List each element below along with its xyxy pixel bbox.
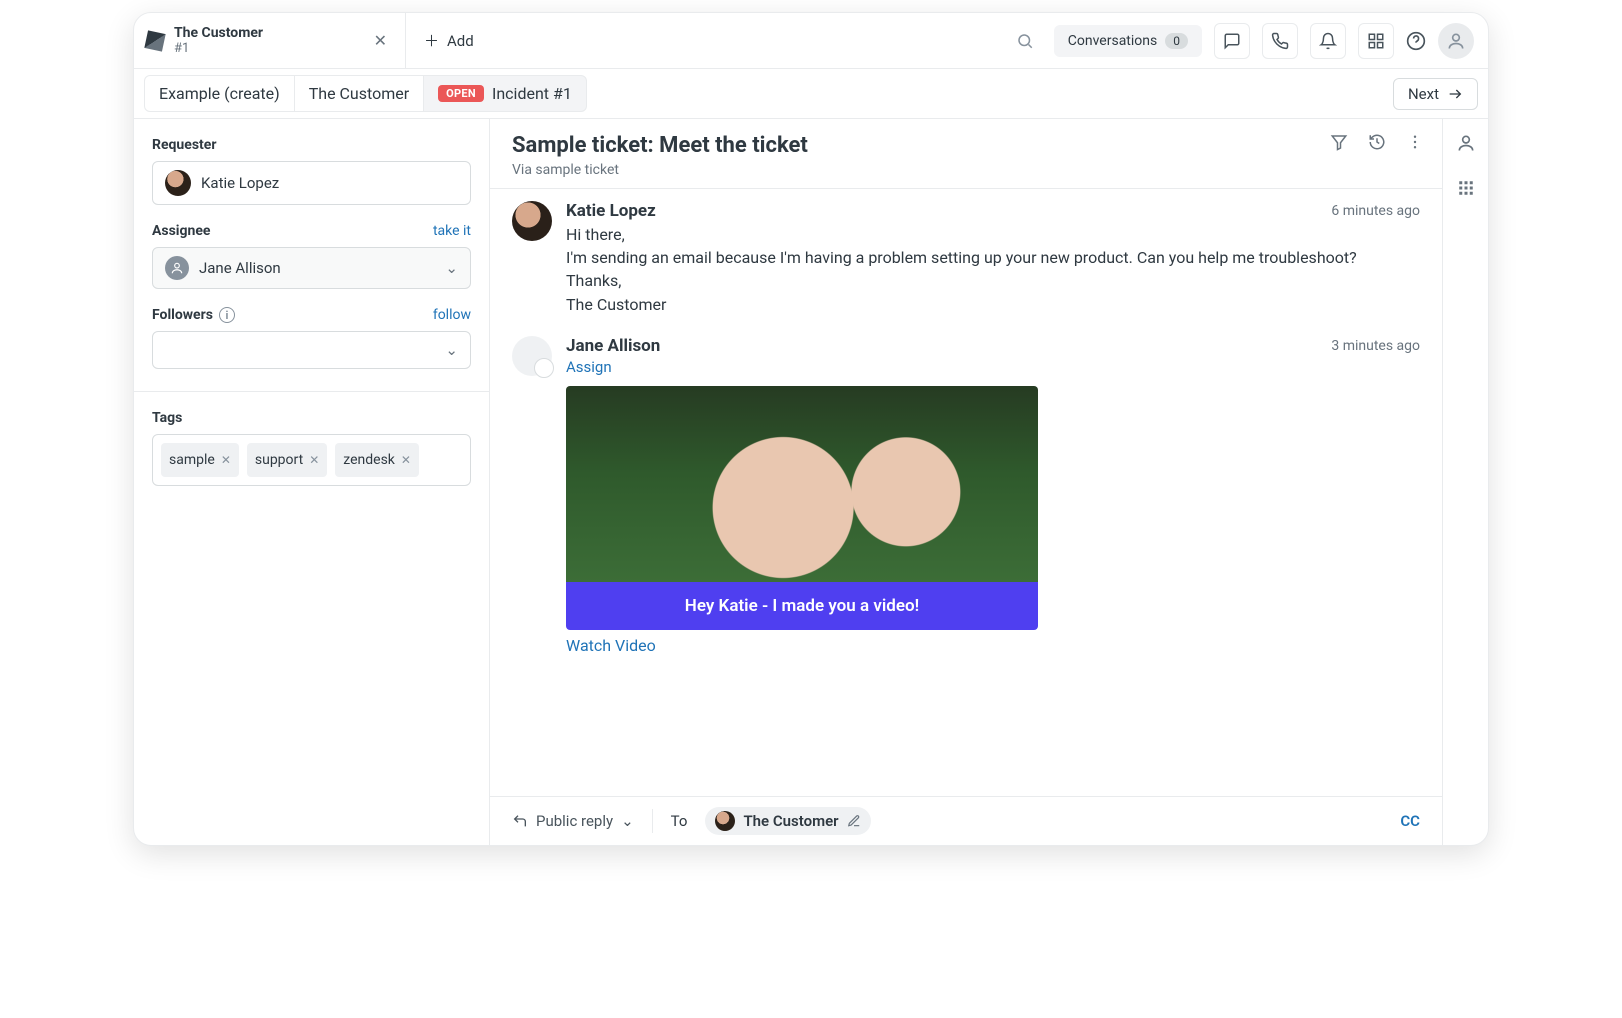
more-icon[interactable]: [1406, 133, 1424, 151]
next-button[interactable]: Next: [1393, 78, 1478, 110]
help-icon[interactable]: [1406, 31, 1426, 51]
reply-mode-toggle[interactable]: Public reply ⌄: [512, 812, 634, 830]
message-time: 6 minutes ago: [1331, 203, 1420, 219]
plus-icon: ＋: [424, 30, 439, 51]
follow-link[interactable]: follow: [433, 307, 471, 323]
edit-icon[interactable]: [847, 814, 861, 828]
reply-mode-label: Public reply: [536, 812, 613, 830]
recipient-chip[interactable]: The Customer: [705, 807, 870, 835]
conversations-label: Conversations: [1068, 33, 1157, 49]
tags-input[interactable]: sample✕ support✕ zendesk✕: [152, 434, 471, 486]
app-logo-icon: [144, 30, 165, 51]
assignee-select[interactable]: Jane Allison ⌄: [152, 247, 471, 289]
assignee-label: Assignee: [152, 223, 210, 239]
divider: [134, 391, 489, 392]
breadcrumb-row: Example (create) The Customer OPEN Incid…: [134, 69, 1488, 119]
message-author: Katie Lopez: [566, 201, 656, 221]
tag-chip[interactable]: zendesk✕: [335, 443, 419, 477]
breadcrumb-item[interactable]: The Customer: [294, 75, 424, 112]
tab-title: The Customer: [174, 25, 263, 41]
recipient-avatar-icon: [715, 811, 735, 831]
author-avatar-icon: [512, 336, 552, 376]
user-panel-icon[interactable]: [1456, 133, 1476, 153]
remove-tag-icon[interactable]: ✕: [221, 453, 231, 467]
divider: [652, 809, 653, 833]
tab-subtitle: #1: [174, 41, 263, 56]
watch-video-link[interactable]: Watch Video: [566, 636, 1420, 655]
compose-bar: Public reply ⌄ To The Customer CC: [490, 796, 1442, 845]
conversation-thread: Katie Lopez 6 minutes ago Hi there, I'm …: [490, 189, 1442, 796]
assign-link[interactable]: Assign: [566, 358, 1420, 376]
message-text: Hi there, I'm sending an email because I…: [566, 223, 1420, 316]
conversations-button[interactable]: Conversations 0: [1054, 25, 1202, 57]
ticket-title: Sample ticket: Meet the ticket: [512, 133, 808, 158]
conversations-count: 0: [1165, 33, 1188, 49]
message-author: Jane Allison: [566, 336, 660, 356]
topbar-right: Conversations 0: [1008, 13, 1488, 68]
recipient-name: The Customer: [743, 812, 838, 830]
add-tab-button[interactable]: ＋ Add: [406, 13, 492, 68]
person-icon: [165, 256, 189, 280]
video-thumbnail: [566, 386, 1038, 582]
apps-icon[interactable]: [1358, 23, 1394, 59]
ticket-sidebar: Requester Katie Lopez Assignee take it J…: [134, 119, 490, 845]
breadcrumb-active-label: Incident #1: [492, 84, 572, 103]
filter-icon[interactable]: [1330, 133, 1348, 151]
tags-label: Tags: [152, 410, 471, 426]
requester-field[interactable]: Katie Lopez: [152, 161, 471, 205]
cc-button[interactable]: CC: [1400, 812, 1420, 830]
author-avatar-icon: [512, 201, 552, 241]
next-label: Next: [1408, 85, 1439, 103]
app-window: The Customer #1 ✕ ＋ Add Conversations 0: [133, 12, 1489, 846]
workspace-tab[interactable]: The Customer #1 ✕: [134, 13, 406, 68]
to-label: To: [671, 812, 688, 830]
profile-avatar[interactable]: [1438, 23, 1474, 59]
chevron-down-icon: ⌄: [445, 341, 458, 359]
requester-label: Requester: [152, 137, 471, 153]
assignee-value: Jane Allison: [199, 259, 281, 277]
right-rail: [1442, 119, 1488, 845]
chevron-down-icon: ⌄: [445, 259, 458, 277]
followers-select[interactable]: ⌄: [152, 331, 471, 369]
chevron-down-icon: ⌄: [621, 812, 634, 830]
ticket-via: Via sample ticket: [512, 162, 808, 178]
message-time: 3 minutes ago: [1331, 338, 1420, 354]
search-icon[interactable]: [1008, 24, 1042, 58]
body: Requester Katie Lopez Assignee take it J…: [134, 119, 1488, 845]
bell-icon[interactable]: [1310, 23, 1346, 59]
tag-chip[interactable]: support✕: [247, 443, 327, 477]
message: Katie Lopez 6 minutes ago Hi there, I'm …: [512, 201, 1420, 316]
reply-icon: [512, 813, 528, 829]
phone-icon[interactable]: [1262, 23, 1298, 59]
followers-label: Followers i: [152, 307, 235, 323]
add-label: Add: [447, 32, 474, 50]
take-it-link[interactable]: take it: [433, 223, 471, 239]
info-icon[interactable]: i: [219, 307, 235, 323]
topbar: The Customer #1 ✕ ＋ Add Conversations 0: [134, 13, 1488, 69]
tag-chip[interactable]: sample✕: [161, 443, 239, 477]
breadcrumb-active[interactable]: OPEN Incident #1: [423, 75, 587, 112]
remove-tag-icon[interactable]: ✕: [401, 453, 411, 467]
video-attachment[interactable]: Hey Katie - I made you a video!: [566, 386, 1038, 630]
apps-panel-icon[interactable]: [1457, 179, 1475, 197]
status-badge: OPEN: [438, 85, 484, 102]
breadcrumb-item[interactable]: Example (create): [144, 75, 295, 112]
video-caption: Hey Katie - I made you a video!: [566, 582, 1038, 630]
history-icon[interactable]: [1368, 133, 1386, 151]
remove-tag-icon[interactable]: ✕: [309, 453, 319, 467]
conversation-panel: Sample ticket: Meet the ticket Via sampl…: [490, 119, 1442, 845]
arrow-right-icon: [1447, 86, 1463, 102]
ticket-header: Sample ticket: Meet the ticket Via sampl…: [490, 119, 1442, 189]
message: Jane Allison 3 minutes ago Assign Hey Ka…: [512, 336, 1420, 655]
chat-icon[interactable]: [1214, 23, 1250, 59]
requester-avatar-icon: [165, 170, 191, 196]
requester-value: Katie Lopez: [201, 174, 279, 192]
close-tab-button[interactable]: ✕: [374, 31, 387, 50]
